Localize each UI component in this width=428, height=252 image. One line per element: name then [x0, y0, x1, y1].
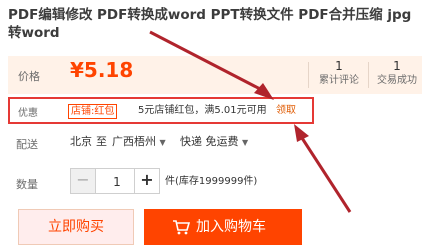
review-count-stat[interactable]: 1 累计评论	[310, 58, 368, 88]
quantity-input[interactable]	[96, 171, 138, 193]
destination-select[interactable]: 广西梧州 ▼	[112, 135, 166, 150]
promo-label: 优惠	[18, 108, 38, 119]
price-value: ¥5.18	[70, 58, 134, 82]
price-label: 价格	[18, 70, 40, 83]
cart-icon	[173, 220, 190, 235]
add-to-cart-button[interactable]: 加入购物车	[144, 209, 302, 245]
increase-quantity-button[interactable]: +	[134, 169, 159, 193]
chevron-down-icon: ▼	[242, 138, 249, 147]
price-panel: 价格 ¥5.18 1 累计评论 1 交易成功	[8, 56, 422, 94]
buy-now-button[interactable]: 立即购买	[18, 209, 134, 245]
ship-to-word: 至	[96, 135, 107, 148]
sales-count-stat[interactable]: 1 交易成功	[368, 58, 426, 88]
shipping-method-select[interactable]: 快递 免运费 ▼	[180, 135, 248, 150]
quantity-stepper: − +	[70, 168, 160, 194]
claim-coupon-link[interactable]: 领取	[276, 104, 296, 118]
quantity-label: 数量	[16, 178, 38, 191]
delivery-label: 配送	[16, 138, 38, 151]
stock-info: 件(库存1999999件)	[165, 176, 258, 187]
promotion-highlight: 优惠 店铺:红包 5元店铺红包，满5.01元可用 领取	[8, 97, 314, 124]
store-coupon-tag: 店铺:红包	[68, 104, 118, 119]
product-title: PDF编辑修改 PDF转换成word PPT转换文件 PDF合并压缩 jpg转w…	[8, 7, 412, 41]
stat-divider	[308, 62, 309, 88]
coupon-description: 5元店铺红包，满5.01元可用	[138, 105, 267, 116]
decrease-quantity-button[interactable]: −	[71, 169, 96, 193]
chevron-down-icon: ▼	[159, 138, 166, 147]
ship-from: 北京	[70, 135, 92, 148]
